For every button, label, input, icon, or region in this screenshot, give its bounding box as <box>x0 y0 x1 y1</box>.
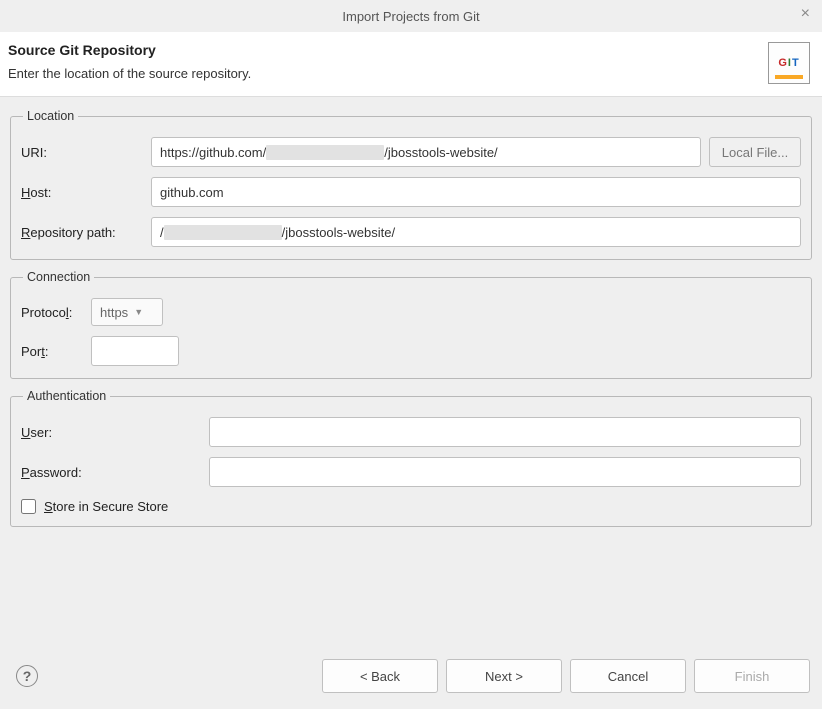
port-label: Port: <box>21 344 83 359</box>
uri-label: URI: <box>21 145 143 160</box>
help-button[interactable]: ? <box>16 665 38 687</box>
local-file-button[interactable]: Local File... <box>709 137 801 167</box>
connection-group: Connection Protocol: https ▼ Port: <box>10 270 812 379</box>
back-button[interactable]: < Back <box>322 659 438 693</box>
protocol-label: Protocol: <box>21 305 83 320</box>
wizard-content: Location URI: https://github.com/xxxxxxx… <box>0 97 822 547</box>
authentication-legend: Authentication <box>23 389 110 403</box>
window-title: Import Projects from Git <box>342 9 479 24</box>
store-secure-label: Store in Secure Store <box>44 499 168 514</box>
store-secure-checkbox[interactable] <box>21 499 36 514</box>
next-button[interactable]: Next > <box>446 659 562 693</box>
host-label: Host: <box>21 185 143 200</box>
wizard-footer: ? < Back Next > Cancel Finish <box>0 645 822 709</box>
repo-path-input[interactable] <box>151 217 801 247</box>
user-input[interactable] <box>209 417 801 447</box>
title-bar: Import Projects from Git × <box>0 0 822 32</box>
page-heading: Source Git Repository <box>8 42 251 58</box>
wizard-header: Source Git Repository Enter the location… <box>0 32 822 97</box>
user-label: User: <box>21 425 201 440</box>
protocol-value: https <box>100 305 128 320</box>
location-group: Location URI: https://github.com/xxxxxxx… <box>10 109 812 260</box>
page-subheading: Enter the location of the source reposit… <box>8 66 251 81</box>
git-logo-icon: GIT <box>768 42 810 84</box>
chevron-down-icon: ▼ <box>134 307 143 317</box>
password-label: Password: <box>21 465 201 480</box>
port-input[interactable] <box>91 336 179 366</box>
repo-path-label: Repository path: <box>21 225 143 240</box>
password-input[interactable] <box>209 457 801 487</box>
finish-button[interactable]: Finish <box>694 659 810 693</box>
uri-input[interactable] <box>151 137 701 167</box>
location-legend: Location <box>23 109 78 123</box>
host-input[interactable] <box>151 177 801 207</box>
cancel-button[interactable]: Cancel <box>570 659 686 693</box>
connection-legend: Connection <box>23 270 94 284</box>
close-icon[interactable]: × <box>801 6 810 22</box>
protocol-select[interactable]: https ▼ <box>91 298 163 326</box>
authentication-group: Authentication User: Password: Store in … <box>10 389 812 527</box>
